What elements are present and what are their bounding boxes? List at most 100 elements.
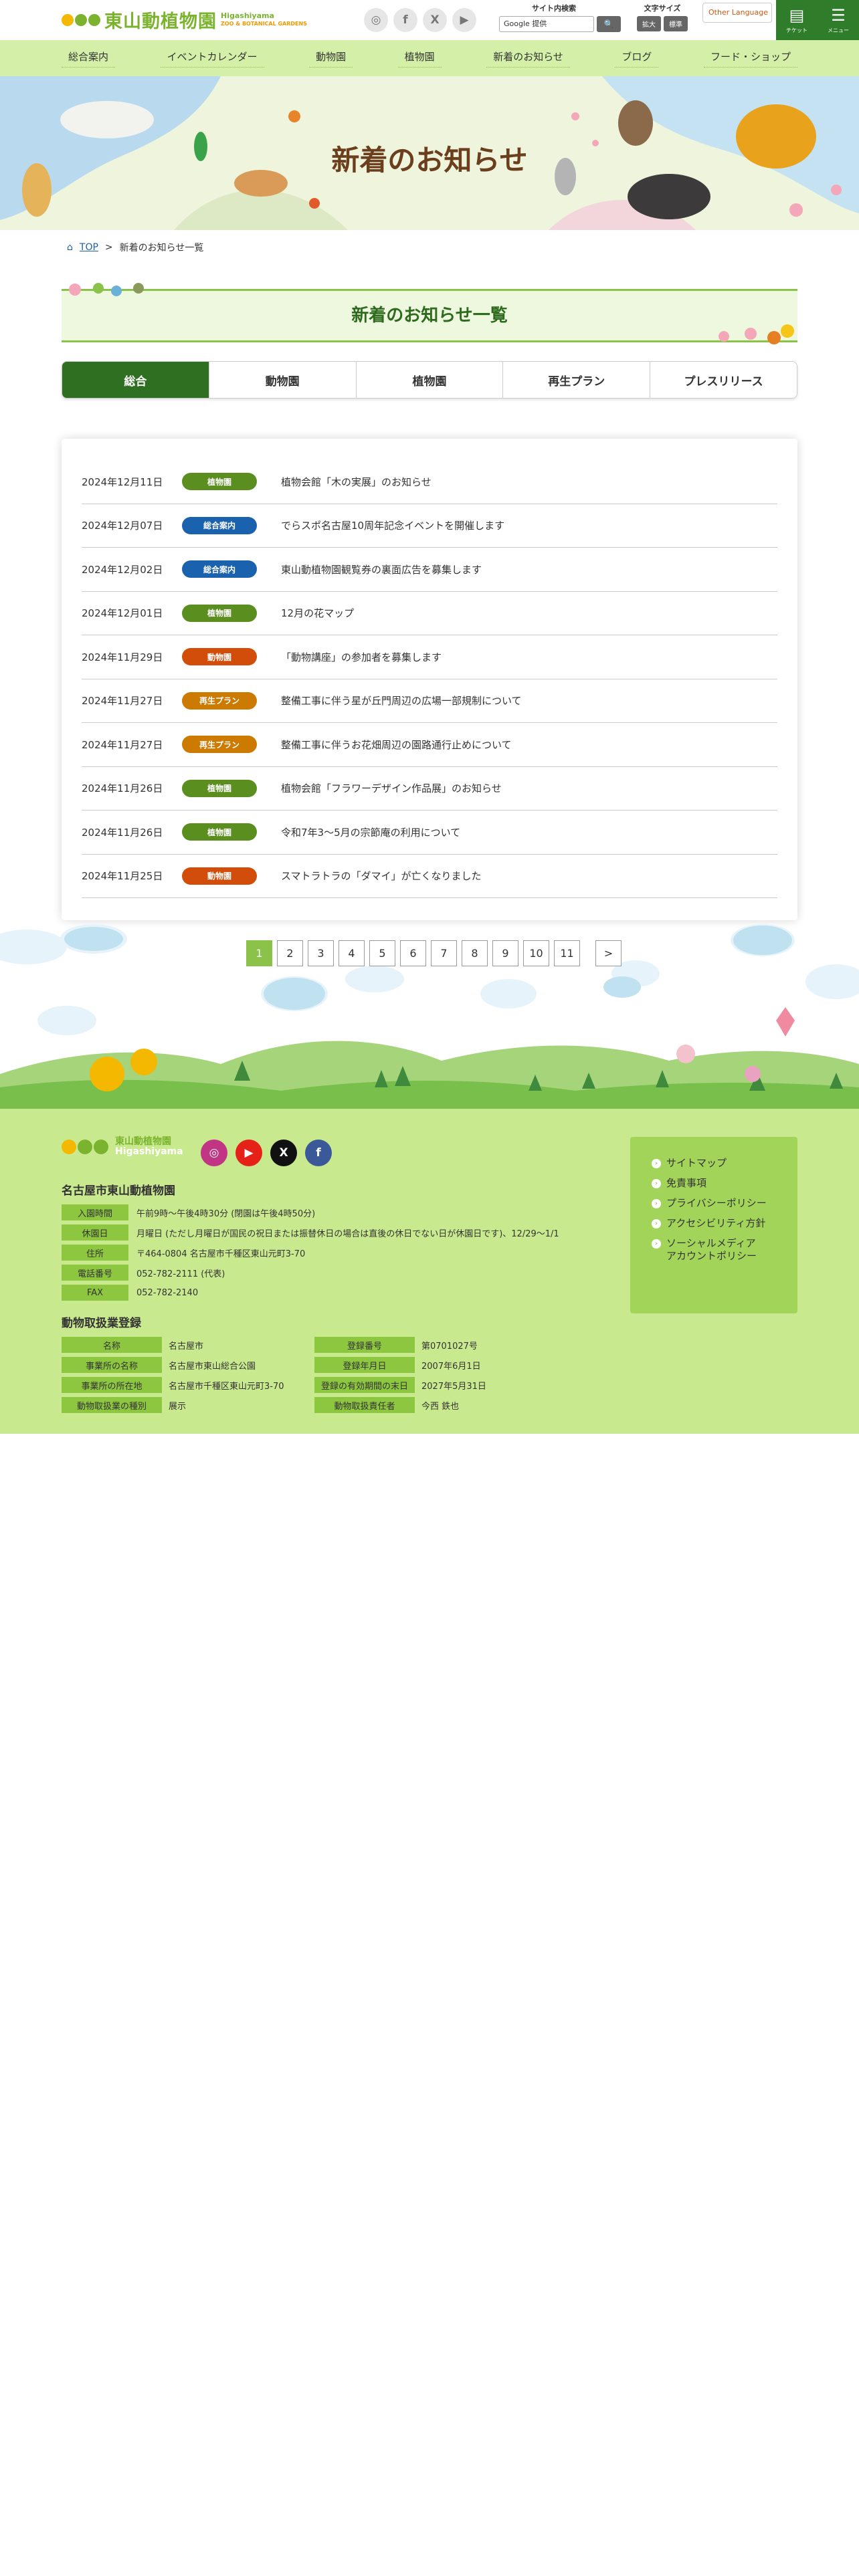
news-title-link[interactable]: 植物会館「木の実展」のお知らせ (281, 475, 432, 489)
category-badge: 総合案内 (182, 560, 257, 578)
fox-icon (776, 1007, 795, 1037)
category-badge: 植物園 (182, 823, 257, 841)
info-row: 住所 〒464-0804 名古屋市千種区東山元町3-70 (62, 1243, 559, 1263)
news-title-link[interactable]: 東山動植物園観覧券の裏面広告を募集します (281, 562, 482, 576)
registration-key: 動物取扱業の種別 (62, 1397, 162, 1413)
header-social-links: ◎ f X ▶ (364, 8, 476, 32)
page-link[interactable]: 8 (462, 940, 488, 966)
breadcrumb-home-link[interactable]: TOP (80, 242, 98, 253)
nav-item-blog[interactable]: ブログ (615, 49, 659, 68)
instagram-icon[interactable]: ◎ (201, 1140, 227, 1166)
facebook-icon[interactable]: f (393, 8, 417, 32)
flower-icon (676, 1045, 695, 1063)
nav-item-news[interactable]: 新着のお知らせ (486, 49, 570, 68)
news-date: 2024年12月02日 (82, 563, 163, 576)
page-link[interactable]: 1 (246, 940, 272, 966)
ticket-button[interactable]: ▤ チケット (776, 0, 818, 40)
info-key: FAX (62, 1285, 128, 1301)
instagram-icon[interactable]: ◎ (364, 8, 388, 32)
page-link[interactable]: 7 (431, 940, 457, 966)
news-item[interactable]: 2024年11月26日 植物園 植物会館「フラワーデザイン作品展」のお知らせ (82, 767, 777, 811)
youtube-icon[interactable]: ▶ (452, 8, 476, 32)
nav-item-botanical[interactable]: 植物園 (397, 49, 442, 68)
news-title-link[interactable]: 整備工事に伴う星が丘門周辺の広場一部規制について (281, 693, 522, 708)
category-badge: 再生プラン (182, 691, 257, 710)
font-size-label: 文字サイズ (644, 4, 681, 13)
news-item[interactable]: 2024年11月27日 再生プラン 整備工事に伴う星が丘門周辺の広場一部規制について (82, 679, 777, 723)
x-icon[interactable]: X (270, 1140, 297, 1166)
site-logo[interactable]: 東山動植物園 Higashiyama ZOO & BOTANICAL GARDE… (62, 7, 307, 33)
page-link[interactable]: 9 (492, 940, 518, 966)
tab-zoo[interactable]: 動物園 (209, 362, 357, 398)
news-date: 2024年11月27日 (82, 695, 163, 708)
nav-item-food-shop[interactable]: フード・ショップ (703, 49, 797, 68)
home-icon: ⌂ (67, 242, 73, 253)
news-item[interactable]: 2024年11月25日 動物園 スマトラトラの「ダマイ」が亡くなりました (82, 855, 777, 898)
page-link[interactable]: 6 (400, 940, 426, 966)
news-title-link[interactable]: 整備工事に伴うお花畑周辺の園路通行止めについて (281, 738, 512, 752)
registration-row: 動物取扱業の種別 展示 動物取扱責任者 今西 鉄也 (62, 1395, 567, 1415)
registration-value: 第0701027号 (421, 1341, 478, 1352)
x-icon[interactable]: X (423, 8, 447, 32)
footer-link-label: プライバシーポリシー (666, 1197, 767, 1209)
news-title-link[interactable]: 12月の花マップ (281, 606, 354, 620)
news-item[interactable]: 2024年12月01日 植物園 12月の花マップ (82, 592, 777, 635)
youtube-icon[interactable]: ▶ (235, 1140, 262, 1166)
search-button[interactable]: 🔍 (597, 16, 621, 32)
font-size-large-button[interactable]: 拡大 (637, 16, 661, 31)
news-date: 2024年11月26日 (82, 782, 163, 795)
news-item[interactable]: 2024年12月02日 総合案内 東山動植物園観覧券の裏面広告を募集します (82, 548, 777, 592)
site-footer: 東山動植物園 Higashiyama ◎ ▶ X f 名古屋市東山動植物園 入園… (0, 1109, 859, 1434)
news-title-link[interactable]: 「動物講座」の参加者を募集します (281, 650, 442, 664)
menu-button[interactable]: ☰ メニュー (818, 0, 859, 40)
nav-item-zoo[interactable]: 動物園 (309, 49, 353, 68)
tab-press-release[interactable]: プレスリリース (650, 362, 797, 398)
news-date: 2024年11月27日 (82, 738, 163, 751)
search-input[interactable]: Google 提供 (499, 16, 594, 32)
next-page-button[interactable]: > (595, 940, 622, 966)
facebook-icon[interactable]: f (305, 1140, 332, 1166)
news-item[interactable]: 2024年11月29日 動物園 「動物講座」の参加者を募集します (82, 635, 777, 679)
registration-value: 名古屋市東山総合公園 (169, 1361, 256, 1372)
language-select[interactable]: Other Language (702, 3, 772, 23)
page-link[interactable]: 10 (523, 940, 549, 966)
category-badge: 植物園 (182, 779, 257, 797)
footer-link[interactable]: › 免責事項 (652, 1177, 797, 1190)
page-link[interactable]: 5 (369, 940, 395, 966)
news-item[interactable]: 2024年12月11日 植物園 植物会館「木の実展」のお知らせ (82, 460, 777, 504)
page-link[interactable]: 2 (277, 940, 303, 966)
news-title-link[interactable]: 植物会館「フラワーデザイン作品展」のお知らせ (281, 781, 502, 795)
footer-link[interactable]: › プライバシーポリシー (652, 1197, 797, 1210)
footer-link[interactable]: › アクセシビリティ方針 (652, 1217, 797, 1230)
mascot-icon (90, 1057, 124, 1091)
news-title-link[interactable]: でらスポ名古屋10周年記念イベントを開催します (281, 518, 504, 532)
info-value: 月曜日 (ただし月曜日が国民の祝日または振替休日の場合は直後の休日でない日が休園… (136, 1228, 559, 1239)
footer-link[interactable]: › サイトマップ (652, 1157, 797, 1170)
tab-botanical[interactable]: 植物園 (356, 362, 504, 398)
tab-renewal-plan[interactable]: 再生プラン (503, 362, 651, 398)
hero-title: 新着のお知らせ (331, 144, 528, 177)
category-badge: 植物園 (182, 473, 257, 491)
footer-org-name: 名古屋市東山動植物園 (62, 1184, 175, 1198)
registration-key: 動物取扱責任者 (314, 1397, 415, 1413)
category-badge: 総合案内 (182, 516, 257, 534)
footer-link[interactable]: › ソーシャルメディア アカウントポリシー (652, 1237, 797, 1263)
nav-item-general[interactable]: 総合案内 (62, 49, 116, 68)
news-item[interactable]: 2024年12月07日 総合案内 でらスポ名古屋10周年記念イベントを開催します (82, 504, 777, 548)
tab-all[interactable]: 総合 (62, 362, 209, 398)
nav-item-events[interactable]: イベントカレンダー (160, 49, 264, 68)
info-row: 休園日 月曜日 (ただし月曜日が国民の祝日または振替休日の場合は直後の休日でない日… (62, 1222, 559, 1243)
news-title-link[interactable]: 令和7年3～5月の宗節庵の利用について (281, 825, 460, 839)
page-link[interactable]: 4 (339, 940, 365, 966)
footer-social-links: ◎ ▶ X f (201, 1140, 332, 1166)
page-link[interactable]: 11 (554, 940, 580, 966)
news-item[interactable]: 2024年11月27日 再生プラン 整備工事に伴うお花畑周辺の園路通行止めについて (82, 723, 777, 767)
news-title-link[interactable]: スマトラトラの「ダマイ」が亡くなりました (281, 869, 482, 883)
page-link[interactable]: 3 (308, 940, 334, 966)
news-date: 2024年12月01日 (82, 607, 163, 620)
font-size-normal-button[interactable]: 標準 (664, 16, 688, 31)
facility-info-table: 入園時間 午前9時～午後4時30分 (閉園は午後4時50分) 休園日 月曜日 (ただし… (62, 1202, 559, 1303)
footer-logo[interactable]: 東山動植物園 Higashiyama (62, 1137, 183, 1157)
news-item[interactable]: 2024年11月26日 植物園 令和7年3～5月の宗節庵の利用について (82, 811, 777, 855)
registration-key: 登録の有効期間の末日 (314, 1377, 415, 1393)
